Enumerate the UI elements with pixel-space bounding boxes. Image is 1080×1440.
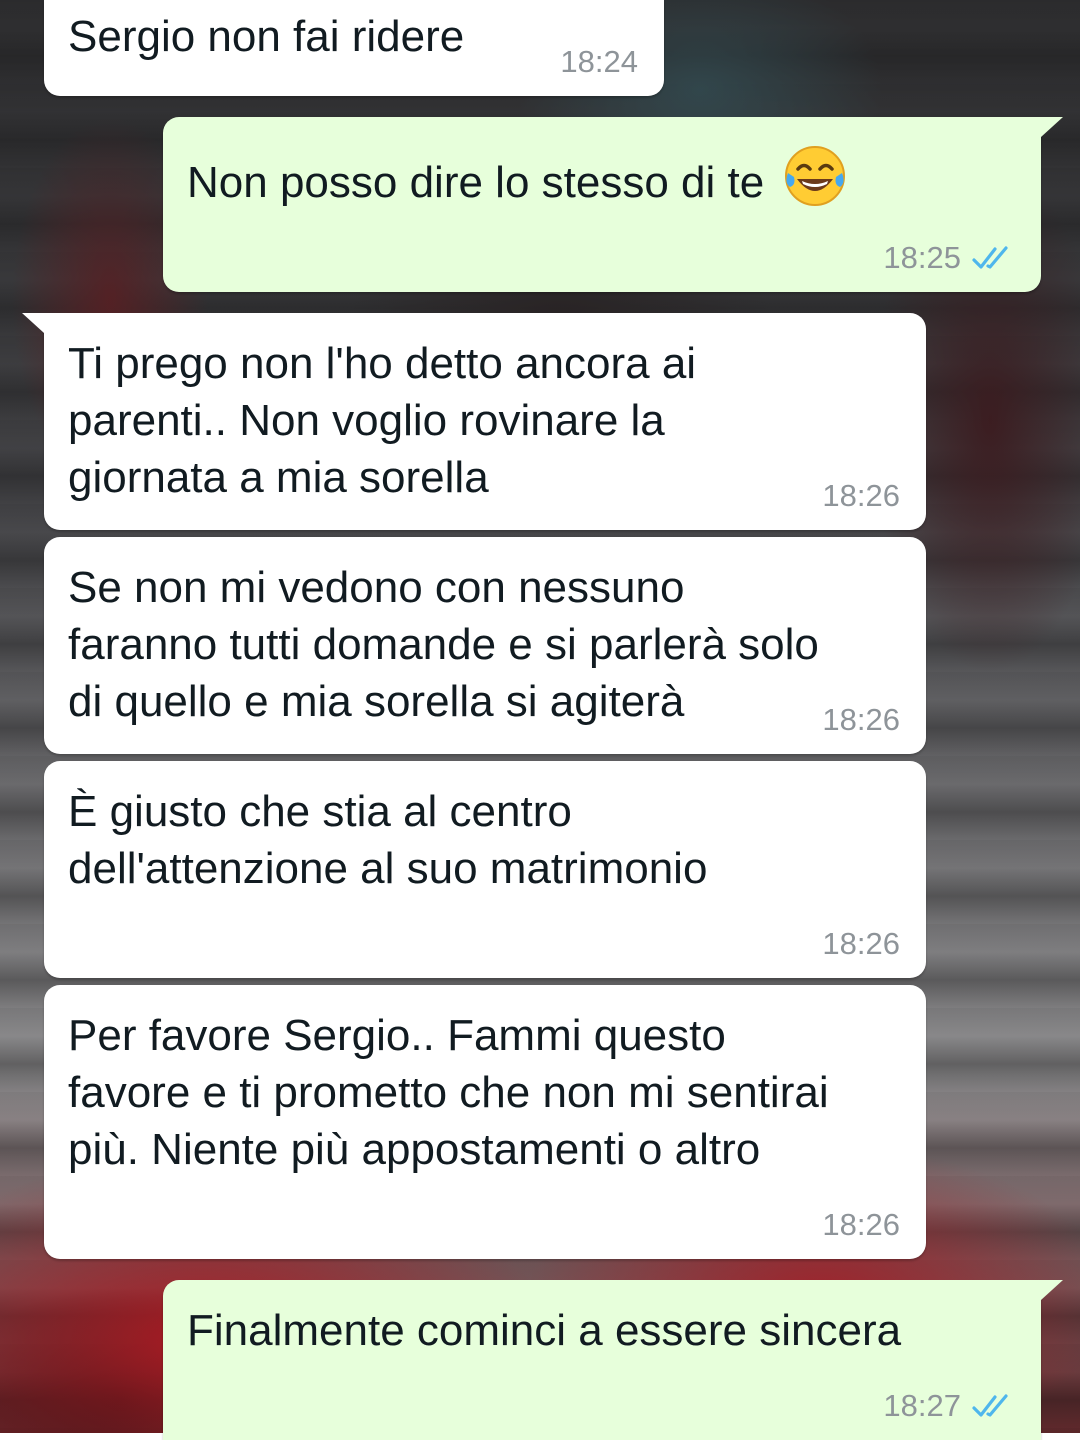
read-double-check-icon <box>972 246 1008 269</box>
incoming-message[interactable]: Sergio non fai ridere 18:24 <box>44 0 664 96</box>
message-time: 18:25 <box>883 240 961 275</box>
message-meta: 18:24 <box>560 44 638 80</box>
message-time: 18:26 <box>822 926 900 961</box>
message-text: Per favore Sergio.. Fammi questo favore … <box>68 1011 829 1174</box>
incoming-message[interactable]: Ti prego non l'ho detto ancora ai parent… <box>22 313 926 530</box>
outgoing-message[interactable]: Finalmente cominci a essere sincera 18:2… <box>163 1280 1063 1440</box>
message-time: 18:26 <box>822 478 900 513</box>
message-list[interactable]: Sergio non fai ridere 18:24 Non posso di… <box>0 0 1080 1440</box>
message-text: Ti prego non l'ho detto ancora ai parent… <box>68 339 697 502</box>
read-double-check-icon <box>972 1394 1008 1417</box>
message-meta: 18:26 <box>822 926 900 962</box>
message-meta: 18:25 <box>883 240 1015 276</box>
message-time: 18:26 <box>822 1207 900 1242</box>
message-text: È giusto che stia al centro dell'attenzi… <box>68 787 708 893</box>
message-text-content: Non posso dire lo stesso di te <box>187 158 765 207</box>
message-meta: 18:27 <box>883 1388 1015 1424</box>
message-meta: 18:26 <box>822 478 900 514</box>
outgoing-message[interactable]: Non posso dire lo stesso di te 18:25 <box>163 117 1063 292</box>
message-time: 18:26 <box>822 702 900 737</box>
incoming-message[interactable]: Per favore Sergio.. Fammi questo favore … <box>44 985 926 1259</box>
message-time: 18:27 <box>883 1388 961 1423</box>
face-with-tears-of-joy-icon <box>785 146 846 206</box>
message-text: Sergio non fai ridere <box>68 12 465 61</box>
message-time: 18:24 <box>560 44 638 79</box>
message-text: Se non mi vedono con nessuno faranno tut… <box>68 563 819 726</box>
message-text: Finalmente cominci a essere sincera <box>187 1306 902 1355</box>
message-meta: 18:26 <box>822 702 900 738</box>
message-text: Non posso dire lo stesso di te <box>187 143 1017 211</box>
message-meta: 18:26 <box>822 1207 900 1243</box>
incoming-message[interactable]: È giusto che stia al centro dell'attenzi… <box>44 761 926 978</box>
incoming-message[interactable]: Se non mi vedono con nessuno faranno tut… <box>44 537 926 754</box>
